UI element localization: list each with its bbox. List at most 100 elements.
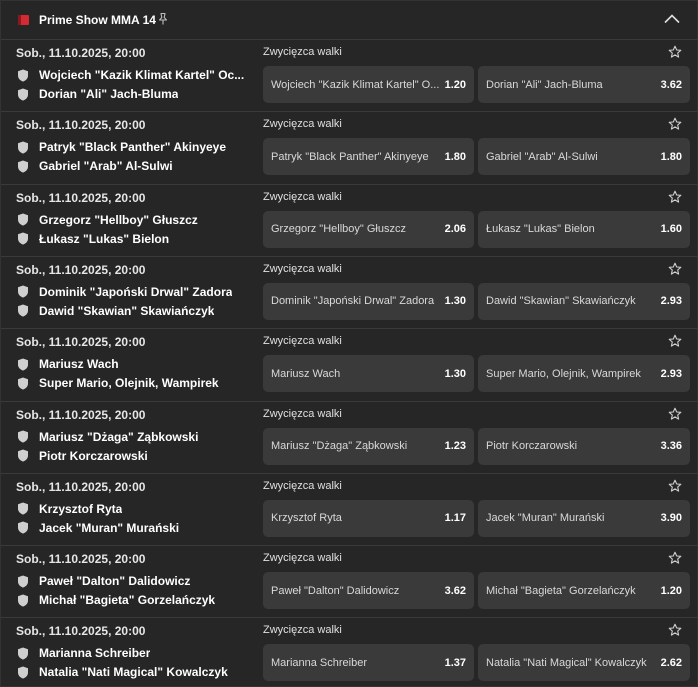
odds-button-away[interactable]: Dorian "Ali" Jach-Bluma 3.62 <box>478 66 690 103</box>
home-team-name: Wojciech "Kazik Klimat Kartel" Oc... <box>39 68 245 82</box>
home-team[interactable]: Grzegorz "Hellboy" Głuszcz <box>17 212 252 228</box>
shield-icon <box>18 69 28 82</box>
star-icon[interactable] <box>668 334 682 348</box>
odds-value: 1.37 <box>444 656 466 669</box>
odds-button-home[interactable]: Krzysztof Ryta 1.17 <box>263 499 474 537</box>
odds-label: Natalia "Nati Magical" Kowalczyk <box>486 656 647 669</box>
star-icon[interactable] <box>668 262 682 276</box>
shield-icon <box>18 141 28 154</box>
away-team[interactable]: Jacek "Muran" Murański <box>17 520 252 536</box>
home-team-name: Mariusz Wach <box>39 357 119 372</box>
event-row[interactable]: Sob., 11.10.2025, 20:00 Paweł "Dalton" D… <box>1 545 698 617</box>
away-team-name: Natalia "Nati Magical" Kowalczyk <box>39 665 228 680</box>
event-row[interactable]: Sob., 11.10.2025, 20:00 Marianna Schreib… <box>1 617 698 687</box>
odds-button-home[interactable]: Mariusz Wach 1.30 <box>263 355 474 393</box>
away-team[interactable]: Dawid "Skawian" Skawiańczyk <box>17 303 252 319</box>
odds-button-home[interactable]: Paweł "Dalton" Dalidowicz 3.62 <box>263 572 474 610</box>
star-icon[interactable] <box>668 479 682 493</box>
home-team[interactable]: Mariusz Wach <box>17 356 252 372</box>
market-label: Zwycięzca walki <box>263 190 342 203</box>
home-team-name: Paweł "Dalton" Dalidowicz <box>39 574 191 589</box>
home-team[interactable]: Paweł "Dalton" Dalidowicz <box>17 573 252 589</box>
event-date: Sob., 11.10.2025, 20:00 <box>16 262 146 277</box>
odds-label: Dorian "Ali" Jach-Bluma <box>486 78 603 91</box>
odds-button-home[interactable]: Mariusz "Dżaga" Ząbkowski 1.23 <box>263 427 474 465</box>
odds-button-home[interactable]: Marianna Schreiber 1.37 <box>263 644 474 682</box>
shield-icon <box>18 377 28 390</box>
event-row[interactable]: Sob., 11.10.2025, 20:00 Mariusz Wach Sup… <box>1 328 698 400</box>
home-team-name: Krzysztof Ryta <box>39 501 123 516</box>
home-team-name: Dominik "Japoński Drwal" Zadora <box>39 284 233 299</box>
market-label: Zwycięzca walki <box>263 552 342 565</box>
shield-icon <box>18 647 28 660</box>
market-label: Zwycięzca walki <box>263 479 342 492</box>
star-icon[interactable] <box>668 190 682 204</box>
home-team-name: Patryk "Black Panther" Akinyeye <box>39 140 227 155</box>
away-team-name: Dorian "Ali" Jach-Bluma <box>39 87 179 101</box>
odds-label: Krzysztof Ryta <box>271 512 342 525</box>
home-team-name: Grzegorz "Hellboy" Głuszcz <box>39 212 198 227</box>
away-team[interactable]: Super Mario, Olejnik, Wampirek <box>17 375 252 391</box>
away-team-name: Piotr Korczarowski <box>39 448 148 463</box>
shield-icon <box>18 213 28 226</box>
odds-button-away[interactable]: Super Mario, Olejnik, Wampirek 2.93 <box>478 355 690 393</box>
event-row[interactable]: Sob., 11.10.2025, 20:00 Grzegorz "Hellbo… <box>1 183 698 256</box>
odds-value: 1.80 <box>660 150 682 163</box>
odds-button-away[interactable]: Dawid "Skawian" Skawiańczyk 2.93 <box>478 282 690 320</box>
event-row[interactable]: Sob., 11.10.2025, 20:00 Patryk "Black Pa… <box>1 111 698 183</box>
odds-button-away[interactable]: Piotr Korczarowski 3.36 <box>478 427 690 465</box>
home-team[interactable]: Mariusz "Dżaga" Ząbkowski <box>17 429 252 445</box>
shield-icon <box>18 358 28 371</box>
event-row[interactable]: Sob., 11.10.2025, 20:00 Krzysztof Ryta J… <box>1 472 698 545</box>
odds-value: 2.93 <box>660 367 682 380</box>
event-date: Sob., 11.10.2025, 20:00 <box>16 118 146 133</box>
away-team[interactable]: Gabriel "Arab" Al-Sulwi <box>17 158 252 174</box>
home-team-name: Marianna Schreiber <box>39 646 151 661</box>
odds-button-home[interactable]: Dominik "Japoński Drwal" Zadora 1.30 <box>263 282 474 320</box>
odds-label: Super Mario, Olejnik, Wampirek <box>486 367 641 380</box>
league-panel: Prime Show MMA 14 Sob., 11.10.2025, 20:0… <box>0 0 698 687</box>
odds-button-away[interactable]: Gabriel "Arab" Al-Sulwi 1.80 <box>478 138 690 176</box>
away-team[interactable]: Piotr Korczarowski <box>17 448 252 464</box>
odds-button-home[interactable]: Wojciech "Kazik Klimat Kartel" O... 1.20 <box>263 66 474 103</box>
shield-icon <box>18 88 28 101</box>
star-icon[interactable] <box>668 117 682 131</box>
home-team[interactable]: Krzysztof Ryta <box>17 501 252 517</box>
odds-button-home[interactable]: Grzegorz "Hellboy" Głuszcz 2.06 <box>263 210 474 248</box>
shield-icon <box>18 304 28 317</box>
away-team-name: Łukasz "Lukas" Bielon <box>39 231 170 246</box>
shield-icon <box>18 285 28 298</box>
league-header[interactable]: Prime Show MMA 14 <box>1 1 698 39</box>
shield-icon <box>18 666 28 679</box>
away-team-name: Michał "Bagieta" Gorzelańczyk <box>39 593 216 608</box>
shield-icon <box>18 430 28 443</box>
odds-label: Wojciech "Kazik Klimat Kartel" O... <box>271 78 440 91</box>
home-team[interactable]: Dominik "Japoński Drwal" Zadora <box>17 284 252 300</box>
odds-button-home[interactable]: Patryk "Black Panther" Akinyeye 1.80 <box>263 138 474 176</box>
star-icon[interactable] <box>668 407 682 421</box>
away-team[interactable]: Michał "Bagieta" Gorzelańczyk <box>17 592 252 608</box>
star-icon[interactable] <box>668 45 682 59</box>
odds-label: Patryk "Black Panther" Akinyeye <box>271 150 429 163</box>
odds-button-away[interactable]: Natalia "Nati Magical" Kowalczyk 2.62 <box>478 644 690 682</box>
home-team[interactable]: Patryk "Black Panther" Akinyeye <box>17 139 252 155</box>
event-row[interactable]: Sob., 11.10.2025, 20:00 Dominik "Japońsk… <box>1 255 698 328</box>
odds-value: 2.06 <box>444 223 466 236</box>
odds-button-away[interactable]: Łukasz "Lukas" Bielon 1.60 <box>478 210 690 248</box>
away-team[interactable]: Dorian "Ali" Jach-Bluma <box>17 86 252 102</box>
home-team[interactable]: Wojciech "Kazik Klimat Kartel" Oc... <box>17 67 252 83</box>
event-date: Sob., 11.10.2025, 20:00 <box>16 552 146 567</box>
star-icon[interactable] <box>668 623 682 637</box>
pin-icon[interactable] <box>156 12 170 26</box>
chevron-up-icon[interactable] <box>663 12 681 26</box>
away-team[interactable]: Natalia "Nati Magical" Kowalczyk <box>17 664 252 680</box>
odds-label: Piotr Korczarowski <box>486 440 578 452</box>
home-team[interactable]: Marianna Schreiber <box>17 645 252 661</box>
odds-button-away[interactable]: Jacek "Muran" Murański 3.90 <box>478 499 690 537</box>
away-team[interactable]: Łukasz "Lukas" Bielon <box>17 231 252 247</box>
odds-button-away[interactable]: Michał "Bagieta" Gorzelańczyk 1.20 <box>478 572 690 610</box>
away-team-name: Dawid "Skawian" Skawiańczyk <box>39 303 215 318</box>
event-row[interactable]: Sob., 11.10.2025, 20:00 Wojciech "Kazik … <box>1 39 698 111</box>
star-icon[interactable] <box>668 551 682 565</box>
event-row[interactable]: Sob., 11.10.2025, 20:00 Mariusz "Dżaga" … <box>1 400 698 473</box>
